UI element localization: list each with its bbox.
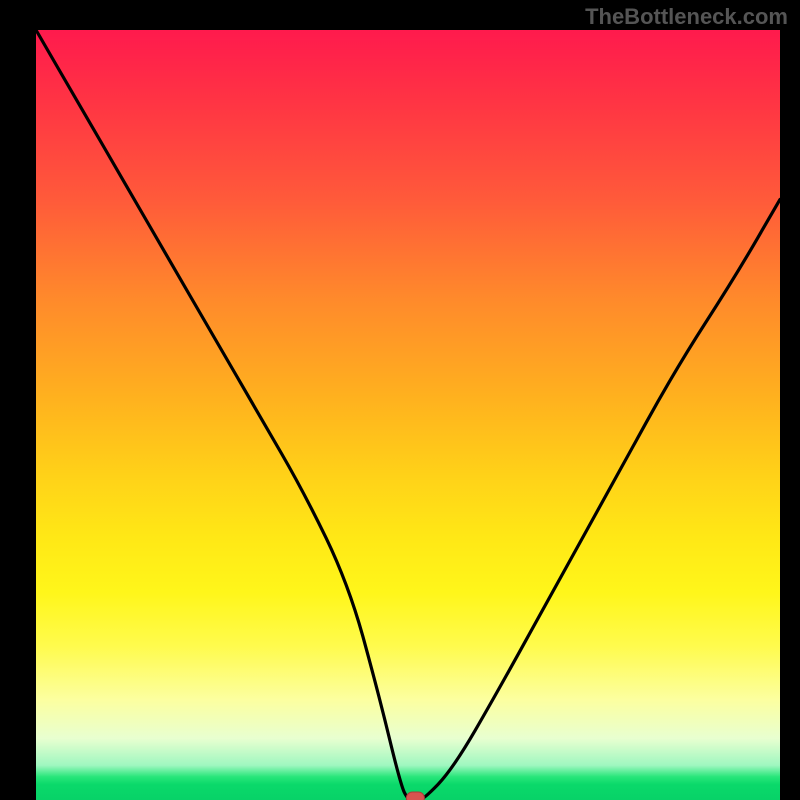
minimum-marker: [406, 792, 424, 800]
curve-svg: [36, 30, 780, 800]
plot-area: [36, 30, 780, 800]
bottleneck-curve: [36, 30, 780, 800]
chart-frame: TheBottleneck.com: [0, 0, 800, 800]
attribution-label: TheBottleneck.com: [585, 4, 788, 30]
